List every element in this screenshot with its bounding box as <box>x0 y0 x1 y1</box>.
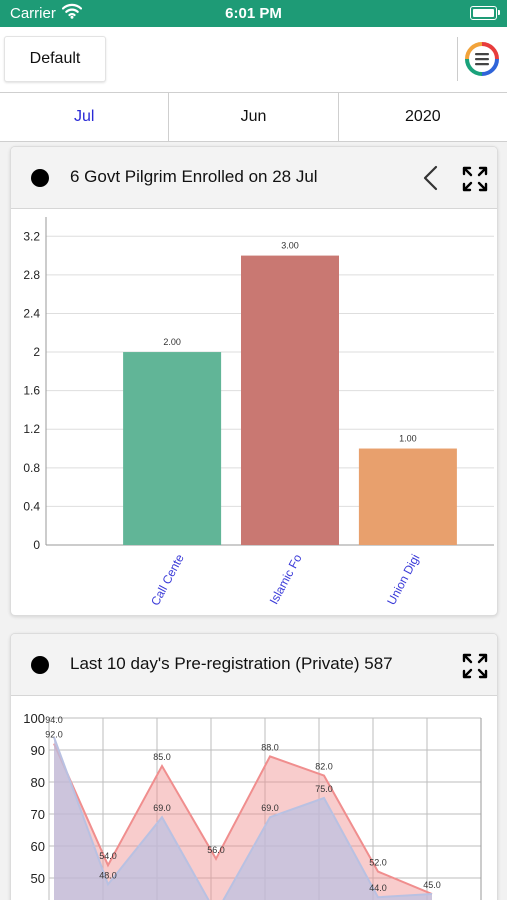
expand-icon[interactable] <box>461 652 489 680</box>
y-tick-label: 50 <box>31 871 45 886</box>
x-tick-label: Islamic Fo <box>267 552 305 607</box>
point-value-label: 45.0 <box>423 880 441 890</box>
point-value-label: 69.0 <box>153 803 171 813</box>
toolbar-divider <box>457 37 458 81</box>
point-value-label: 52.0 <box>369 858 387 868</box>
x-tick-label: Call Cente <box>148 552 187 608</box>
point-value-label: 69.0 <box>261 803 279 813</box>
point-value-label: 82.0 <box>315 762 333 772</box>
top-toolbar: Default <box>0 27 507 92</box>
default-button[interactable]: Default <box>4 36 106 82</box>
card-header: Last 10 day's Pre-registration (Private)… <box>11 634 497 696</box>
menu-logo-icon[interactable] <box>464 41 500 77</box>
y-tick-label: 0.4 <box>23 499 40 513</box>
bar-value-label: 3.00 <box>281 241 299 251</box>
card-title: Last 10 day's Pre-registration (Private)… <box>70 654 393 673</box>
y-tick-label: 1.2 <box>23 422 40 436</box>
card-title: 6 Govt Pilgrim Enrolled on 28 Jul <box>70 167 318 186</box>
point-value-label: 56.0 <box>207 845 225 855</box>
period-tabs: Jul Jun 2020 <box>0 92 507 142</box>
y-tick-label: 90 <box>31 743 45 758</box>
card-bullet-icon <box>31 169 49 187</box>
y-tick-label: 0.8 <box>23 461 40 475</box>
y-tick-label: 0 <box>33 538 40 552</box>
point-value-label: 54.0 <box>99 851 117 861</box>
bar-value-label: 2.00 <box>163 337 181 347</box>
area-chart: 506070809010092.054.085.056.088.082.052.… <box>23 711 482 900</box>
y-tick-label: 100 <box>23 711 45 726</box>
y-tick-label: 80 <box>31 775 45 790</box>
bar <box>241 255 339 545</box>
status-bar: Carrier 6:01 PM <box>0 0 507 27</box>
card-bullet-icon <box>31 656 49 674</box>
card-header: 6 Govt Pilgrim Enrolled on 28 Jul <box>11 147 497 209</box>
clock-time: 6:01 PM <box>225 5 282 22</box>
y-tick-label: 60 <box>31 839 45 854</box>
tab-jul[interactable]: Jul <box>0 93 170 141</box>
y-tick-label: 2.8 <box>23 268 40 282</box>
y-tick-label: 70 <box>31 807 45 822</box>
bar-value-label: 1.00 <box>399 434 417 444</box>
expand-icon[interactable] <box>461 165 489 193</box>
point-value-label: 44.0 <box>369 883 387 893</box>
point-value-label: 75.0 <box>315 784 333 794</box>
point-value-label: 94.0 <box>45 715 63 725</box>
bar <box>358 448 457 545</box>
battery-icon <box>470 6 500 20</box>
y-tick-label: 2 <box>33 345 40 359</box>
back-icon[interactable] <box>421 165 441 191</box>
tab-jun[interactable]: Jun <box>169 93 339 141</box>
govt-pilgrim-card: 6 Govt Pilgrim Enrolled on 28 Jul 0 0.4 0.… <box>10 146 498 616</box>
bar-chart: 0 0.4 0.8 1.2 1.6 2 2.4 2.8 3.2 2.00 Call Cente 3.0… <box>23 217 494 608</box>
y-tick-label: 3.2 <box>23 229 40 243</box>
x-tick-label: Union Digi <box>384 552 422 607</box>
bar <box>123 352 222 545</box>
pre-registration-card: Last 10 day's Pre-registration (Private)… <box>10 633 498 900</box>
y-tick-label: 1.6 <box>23 384 40 398</box>
point-value-label: 85.0 <box>153 752 171 762</box>
y-tick-label: 2.4 <box>23 306 40 320</box>
tab-2020[interactable]: 2020 <box>339 93 507 141</box>
point-value-label: 48.0 <box>99 870 117 880</box>
point-value-label: 88.0 <box>261 742 279 752</box>
